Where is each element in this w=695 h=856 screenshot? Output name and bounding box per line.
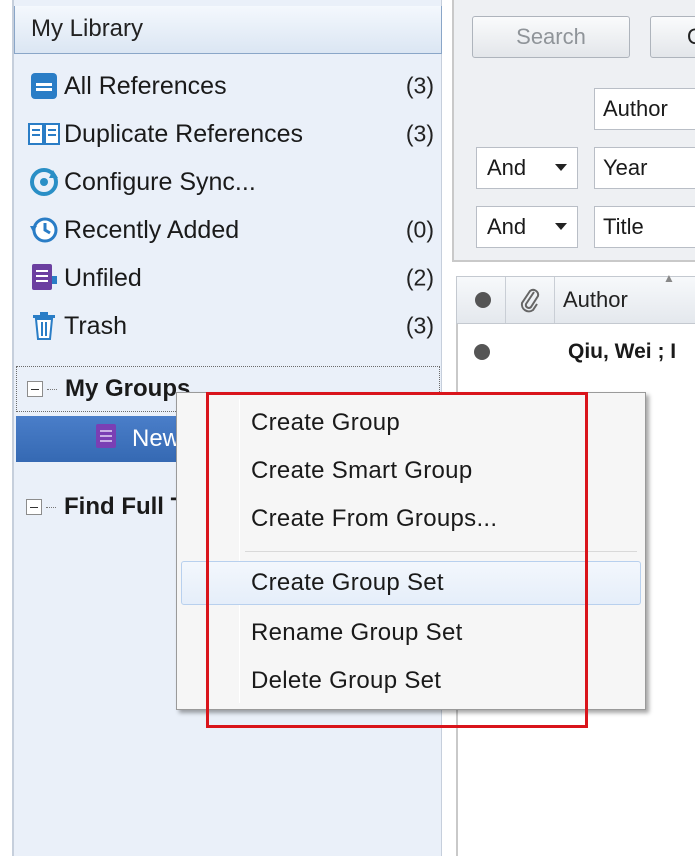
- library-item-duplicate-references[interactable]: Duplicate References (3): [26, 112, 440, 156]
- library-item-label: Configure Sync...: [64, 167, 256, 196]
- library-item-unfiled[interactable]: Unfiled (2): [26, 256, 440, 300]
- operator-value: And: [487, 155, 527, 180]
- sort-ascending-icon: ▲: [663, 271, 675, 285]
- sync-icon: [26, 164, 62, 200]
- tree-line: [47, 388, 57, 390]
- read-status-column-icon[interactable]: [475, 292, 491, 308]
- group-icon: [94, 422, 118, 457]
- library-item-count: (3): [405, 120, 434, 147]
- dropdown-arrow-icon: [555, 223, 567, 230]
- boolean-operator-select[interactable]: And: [476, 206, 578, 248]
- library-item-label: Recently Added: [64, 215, 240, 244]
- library-item-count: (3): [405, 312, 434, 339]
- trash-icon: [26, 308, 62, 344]
- library-item-label: Duplicate References: [64, 119, 304, 148]
- all-references-icon: [26, 68, 62, 104]
- menu-item-create-from-groups[interactable]: Create From Groups...: [181, 497, 641, 541]
- search-panel: Search O Author And Year And Title: [452, 0, 695, 262]
- my-groups-label: My Groups: [65, 375, 191, 402]
- options-button[interactable]: O: [650, 16, 695, 58]
- reference-row[interactable]: Qiu, Wei ; I: [456, 332, 695, 372]
- duplicate-references-icon: [26, 116, 62, 152]
- library-item-label: Unfiled: [64, 263, 142, 292]
- library-item-label: All References: [64, 71, 227, 100]
- read-status-icon: [474, 344, 490, 360]
- group-item-label: New: [132, 425, 181, 452]
- operator-value: And: [487, 214, 527, 239]
- attachment-column-icon[interactable]: [506, 286, 554, 314]
- menu-item-create-smart-group[interactable]: Create Smart Group: [181, 449, 641, 493]
- library-item-trash[interactable]: Trash (3): [26, 304, 440, 348]
- tree-line: [46, 506, 56, 508]
- search-field-selector[interactable]: Title: [594, 206, 695, 248]
- author-column-label: Author: [563, 287, 628, 312]
- reference-author: Qiu, Wei ; I: [568, 340, 677, 363]
- search-field-selector[interactable]: Author: [594, 88, 695, 130]
- my-library-header[interactable]: My Library: [14, 6, 442, 54]
- menu-item-create-group[interactable]: Create Group: [181, 401, 641, 445]
- library-item-all-references[interactable]: All References (3): [26, 64, 440, 108]
- collapse-icon[interactable]: [26, 499, 42, 515]
- menu-item-create-group-set[interactable]: Create Group Set: [181, 561, 641, 605]
- collapse-icon[interactable]: [27, 381, 43, 397]
- dropdown-arrow-icon: [555, 164, 567, 171]
- library-item-count: (2): [405, 264, 434, 291]
- group-context-menu: Create Group Create Smart Group Create F…: [176, 392, 646, 710]
- find-full-text-label: Find Full T: [64, 493, 186, 520]
- menu-separator: [245, 551, 637, 552]
- library-item-count: (3): [405, 72, 434, 99]
- reference-list-header: ▲ Author: [456, 271, 695, 324]
- search-field-selector[interactable]: Year: [594, 147, 695, 189]
- library-item-count: (0): [405, 216, 434, 243]
- boolean-operator-select[interactable]: And: [476, 147, 578, 189]
- library-item-label: Trash: [64, 311, 127, 340]
- library-item-configure-sync[interactable]: Configure Sync...: [26, 160, 440, 204]
- author-column-header[interactable]: ▲ Author: [555, 271, 695, 313]
- unfiled-icon: [26, 260, 62, 296]
- search-button[interactable]: Search: [472, 16, 630, 58]
- recently-added-icon: [26, 212, 62, 248]
- menu-item-delete-group-set[interactable]: Delete Group Set: [181, 659, 641, 703]
- library-item-recently-added[interactable]: Recently Added (0): [26, 208, 440, 252]
- menu-item-rename-group-set[interactable]: Rename Group Set: [181, 611, 641, 655]
